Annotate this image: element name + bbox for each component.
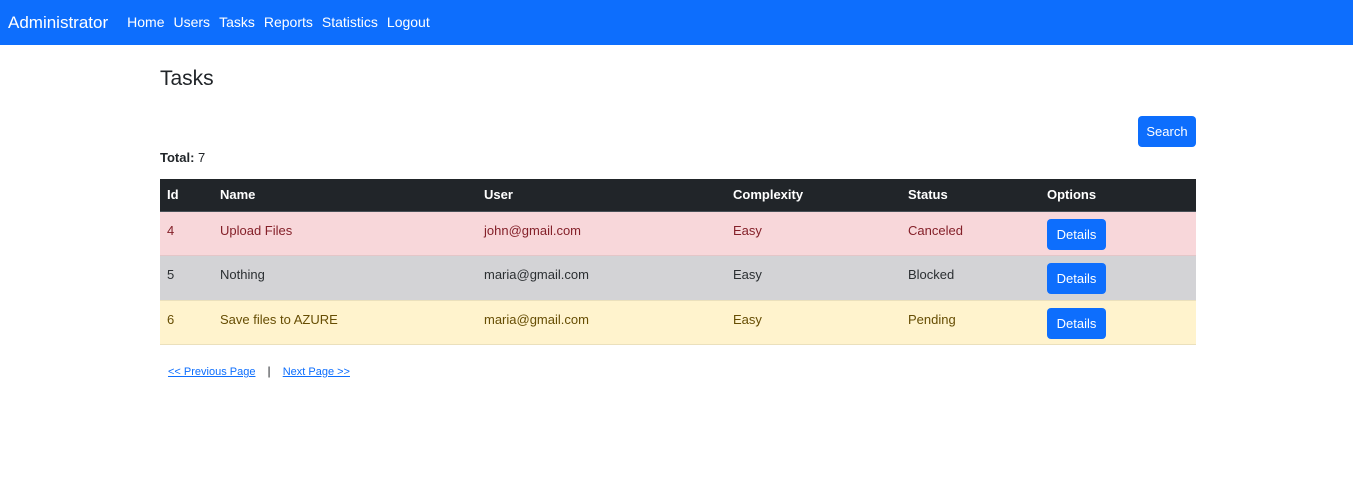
column-header-status: Status [901, 179, 1040, 212]
cell-user: john@gmail.com [477, 211, 726, 256]
details-button[interactable]: Details [1047, 218, 1106, 250]
table-row: 6 Save files to AZURE maria@gmail.com Ea… [160, 300, 1196, 345]
total-value: 7 [198, 150, 206, 165]
cell-user: maria@gmail.com [477, 300, 726, 345]
column-header-complexity: Complexity [726, 179, 901, 212]
total-count: Total: 7 [160, 150, 205, 165]
previous-page-link[interactable]: << Previous Page [168, 366, 255, 378]
cell-options: Details [1040, 300, 1196, 345]
navbar-brand[interactable]: Administrator [8, 0, 108, 45]
pager-separator: | [267, 364, 271, 378]
cell-name: Upload Files [213, 211, 477, 256]
nav-link-home[interactable]: Home [127, 0, 164, 45]
cell-complexity: Easy [726, 255, 901, 301]
nav-link-logout[interactable]: Logout [387, 0, 430, 45]
total-label: Total: [160, 150, 195, 165]
cell-name: Save files to AZURE [213, 300, 477, 345]
column-header-options: Options [1040, 179, 1196, 212]
cell-status: Pending [901, 300, 1040, 345]
cell-complexity: Easy [726, 300, 901, 345]
table-row: 5 Nothing maria@gmail.com Easy Blocked D… [160, 255, 1196, 301]
next-page-link[interactable]: Next Page >> [283, 366, 350, 378]
cell-options: Details [1040, 211, 1196, 256]
nav-link-tasks[interactable]: Tasks [219, 0, 255, 45]
cell-id: 6 [160, 300, 213, 345]
cell-user: maria@gmail.com [477, 255, 726, 301]
table-row: 4 Upload Files john@gmail.com Easy Cance… [160, 211, 1196, 256]
column-header-name: Name [213, 179, 477, 212]
nav-link-users[interactable]: Users [174, 0, 211, 45]
details-button[interactable]: Details [1047, 307, 1106, 339]
pagination: << Previous Page | Next Page >> [168, 364, 350, 378]
top-navbar: Administrator Home Users Tasks Reports S… [0, 0, 1353, 45]
cell-status: Blocked [901, 255, 1040, 301]
column-header-id: Id [160, 179, 213, 212]
column-header-user: User [477, 179, 726, 212]
tasks-table: Id Name User Complexity Status Options 4… [160, 179, 1196, 345]
nav-link-statistics[interactable]: Statistics [322, 0, 378, 45]
details-button[interactable]: Details [1047, 263, 1106, 294]
cell-name: Nothing [213, 255, 477, 301]
cell-status: Canceled [901, 211, 1040, 256]
table-header-row: Id Name User Complexity Status Options [160, 179, 1196, 212]
page-title: Tasks [160, 67, 214, 90]
cell-options: Details [1040, 255, 1196, 301]
cell-complexity: Easy [726, 211, 901, 256]
search-button[interactable]: Search [1138, 116, 1196, 147]
cell-id: 5 [160, 255, 213, 301]
cell-id: 4 [160, 211, 213, 256]
nav-link-reports[interactable]: Reports [264, 0, 313, 45]
